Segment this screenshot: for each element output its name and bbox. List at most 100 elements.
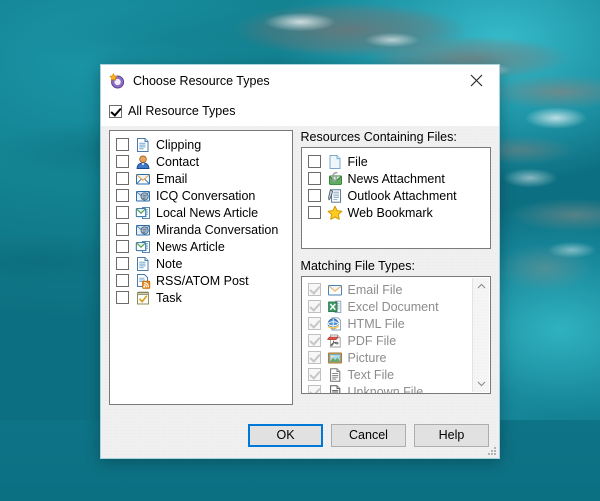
news-attachment-icon [327, 171, 343, 187]
help-button[interactable]: Help [414, 423, 489, 447]
list-item[interactable]: News Article [110, 238, 292, 255]
resource-type-checkbox[interactable] [116, 274, 129, 287]
close-icon[interactable] [454, 65, 499, 96]
list-item-label: Contact [156, 154, 200, 169]
list-item[interactable]: Unknown File [302, 383, 490, 394]
picture-icon [327, 350, 343, 366]
resource-type-checkbox[interactable] [116, 223, 129, 236]
outlook-attachment-icon [327, 188, 343, 204]
list-item-label: Note [156, 256, 183, 271]
list-item[interactable]: News Attachment [302, 170, 490, 187]
list-item[interactable]: Text File [302, 366, 490, 383]
resource-type-checkbox[interactable] [116, 155, 129, 168]
all-resource-types-row[interactable]: All Resource Types [101, 96, 499, 126]
pdf-file-icon [326, 333, 343, 349]
cancel-button[interactable]: Cancel [331, 423, 406, 447]
file-type-checkbox[interactable] [307, 334, 321, 347]
choose-resource-types-dialog: Choose Resource Types All Resource Types [100, 64, 500, 459]
file-type-checkbox[interactable] [307, 283, 321, 296]
list-item-label: Text File [347, 367, 395, 382]
resource-type-checkbox[interactable] [116, 138, 129, 151]
text-file-icon [327, 367, 343, 383]
list-item[interactable]: Note [110, 255, 292, 272]
clipping-icon [135, 137, 151, 153]
list-item[interactable]: Email File [302, 281, 490, 298]
chevron-down-icon[interactable] [477, 376, 486, 392]
file-type-checkbox[interactable] [307, 385, 321, 393]
unknown-file-icon [327, 384, 343, 393]
resource-types-icon [109, 72, 125, 89]
list-item[interactable]: Excel Document [302, 298, 490, 315]
list-item[interactable]: Contact [110, 153, 292, 170]
matching-file-types-list[interactable]: Email File Excel Document HTML File PDF … [300, 276, 491, 394]
list-item[interactable]: ICQ Conversation [110, 187, 292, 204]
dialog-titlebar: Choose Resource Types [101, 65, 499, 96]
resource-type-checkbox[interactable] [116, 240, 129, 253]
list-item-label: Outlook Attachment [347, 188, 457, 203]
email-file-icon [327, 282, 343, 298]
file-type-checkbox[interactable] [307, 368, 321, 381]
list-item[interactable]: Task [110, 289, 292, 306]
right-column: Resources Containing Files: File News At… [300, 130, 491, 405]
list-item-label: HTML File [347, 316, 405, 331]
list-item[interactable]: Outlook Attachment [302, 187, 490, 204]
resources-containing-files-label: Resources Containing Files: [300, 130, 457, 144]
resources-containing-files-list[interactable]: File News Attachment Outlook Attachment … [300, 147, 491, 249]
resize-grip-icon[interactable] [485, 444, 497, 456]
list-item-label: Email [156, 171, 188, 186]
icq-conversation-icon [135, 188, 151, 204]
list-item[interactable]: Clipping [110, 136, 292, 153]
list-item-label: Email File [347, 282, 403, 297]
list-item-label: ICQ Conversation [156, 188, 256, 203]
resource-types-list[interactable]: Clipping Contact Email ICQ Conversation … [109, 130, 293, 405]
resource-type-checkbox[interactable] [116, 172, 129, 185]
matching-file-types-label: Matching File Types: [300, 259, 415, 273]
list-item-label: Picture [347, 350, 387, 365]
rss-atom-post-icon [135, 273, 151, 289]
all-resource-types-label: All Resource Types [128, 104, 236, 118]
resource-file-checkbox[interactable] [307, 155, 321, 168]
note-icon [135, 256, 151, 272]
file-type-checkbox[interactable] [307, 351, 321, 364]
list-item[interactable]: PDF File [302, 332, 490, 349]
ok-button[interactable]: OK [248, 423, 323, 447]
email-icon [135, 171, 151, 187]
list-item[interactable]: Local News Article [110, 204, 292, 221]
list-item[interactable]: HTML File [302, 315, 490, 332]
file-type-checkbox[interactable] [307, 300, 321, 313]
list-item[interactable]: File [302, 153, 490, 170]
task-icon [135, 290, 151, 306]
list-item[interactable]: Picture [302, 349, 490, 366]
list-item-label: File [347, 154, 368, 169]
matching-file-types-scrollbar[interactable] [472, 278, 489, 392]
all-resource-types-checkbox[interactable] [109, 104, 122, 118]
list-item-label: Unknown File [347, 384, 424, 394]
list-item[interactable]: Miranda Conversation [110, 221, 292, 238]
chevron-up-icon[interactable] [477, 278, 486, 294]
dialog-footer: OK Cancel Help [101, 412, 499, 458]
list-item-label: PDF File [347, 333, 397, 348]
list-item[interactable]: Email [110, 170, 292, 187]
resource-file-checkbox[interactable] [307, 206, 321, 219]
list-item-label: Task [156, 290, 182, 305]
file-type-checkbox[interactable] [307, 317, 321, 330]
news-article-icon [135, 239, 151, 255]
list-item-label: RSS/ATOM Post [156, 273, 249, 288]
list-item-label: News Article [156, 239, 225, 254]
list-item[interactable]: Web Bookmark [302, 204, 490, 221]
resource-type-checkbox[interactable] [116, 291, 129, 304]
list-item-label: News Attachment [347, 171, 445, 186]
list-item-label: Miranda Conversation [156, 222, 279, 237]
web-bookmark-icon [327, 205, 343, 221]
resource-file-checkbox[interactable] [307, 189, 321, 202]
dialog-title: Choose Resource Types [133, 73, 270, 88]
miranda-conversation-icon [135, 222, 151, 238]
list-item-label: Excel Document [347, 299, 439, 314]
resource-type-checkbox[interactable] [116, 189, 129, 202]
resource-file-checkbox[interactable] [307, 172, 321, 185]
resource-type-checkbox[interactable] [116, 257, 129, 270]
resource-type-checkbox[interactable] [116, 206, 129, 219]
list-item[interactable]: RSS/ATOM Post [110, 272, 292, 289]
list-item-label: Web Bookmark [347, 205, 433, 220]
contact-icon [135, 154, 151, 170]
